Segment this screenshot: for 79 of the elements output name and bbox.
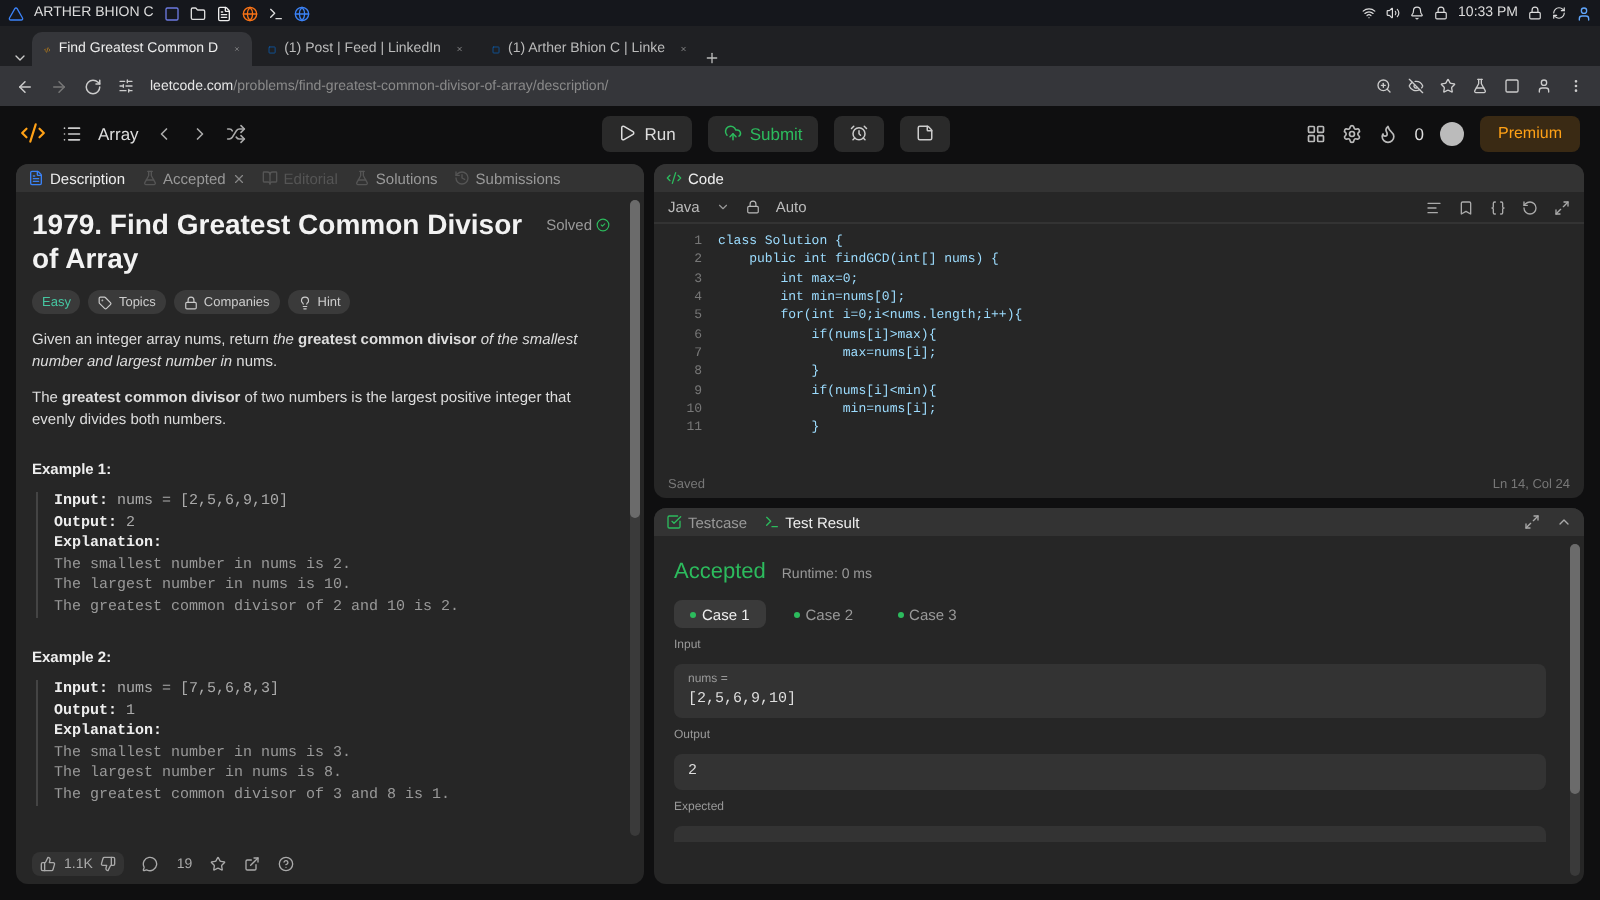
history-icon bbox=[453, 170, 470, 186]
bookmark-icon[interactable] bbox=[1458, 199, 1474, 215]
scrollbar[interactable] bbox=[630, 200, 640, 836]
globe-icon[interactable] bbox=[241, 5, 258, 21]
folder-icon[interactable] bbox=[189, 5, 206, 21]
notes-button[interactable] bbox=[900, 115, 951, 151]
lock-icon bbox=[745, 200, 760, 214]
bell-icon bbox=[1410, 6, 1425, 20]
tag-icon bbox=[98, 295, 113, 309]
streak-count: 0 bbox=[1414, 123, 1424, 143]
chevron-down-icon[interactable] bbox=[12, 50, 28, 66]
comment-icon[interactable] bbox=[142, 856, 159, 872]
browser-icon[interactable] bbox=[293, 5, 310, 21]
thumbs-up-icon bbox=[40, 856, 56, 872]
note-icon bbox=[916, 124, 935, 142]
close-icon bbox=[231, 171, 246, 185]
code-icon bbox=[44, 41, 51, 57]
logo-icon bbox=[8, 5, 24, 21]
breadcrumb[interactable]: Array bbox=[98, 123, 139, 143]
star-icon[interactable] bbox=[210, 856, 227, 872]
forward-icon[interactable] bbox=[50, 77, 68, 95]
terminal-icon[interactable] bbox=[267, 5, 284, 21]
star-icon[interactable] bbox=[1440, 78, 1456, 94]
document-icon bbox=[28, 170, 44, 186]
code-icon bbox=[666, 170, 682, 186]
run-button[interactable]: Run bbox=[602, 115, 692, 151]
verdict: Accepted bbox=[674, 560, 766, 584]
alarm-icon bbox=[850, 124, 869, 142]
braces-icon[interactable] bbox=[1490, 199, 1506, 215]
chevron-down-icon bbox=[715, 200, 730, 214]
wifi-icon bbox=[1362, 6, 1377, 20]
avatar-icon bbox=[1576, 5, 1592, 21]
collapse-icon[interactable] bbox=[1556, 514, 1572, 530]
square-icon bbox=[492, 41, 501, 57]
volume-icon bbox=[1386, 6, 1401, 20]
back-icon[interactable] bbox=[16, 77, 34, 95]
premium-button[interactable]: Premium bbox=[1479, 115, 1580, 151]
play-icon bbox=[618, 124, 637, 142]
settings-icon[interactable] bbox=[1342, 123, 1363, 143]
flame-icon bbox=[1378, 123, 1399, 143]
lock-icon bbox=[183, 295, 198, 309]
flask-icon bbox=[141, 170, 158, 186]
flask-icon[interactable] bbox=[1472, 78, 1488, 94]
terminal-icon bbox=[763, 514, 780, 530]
sidebar-icon[interactable] bbox=[1504, 78, 1520, 94]
check-icon bbox=[596, 218, 610, 232]
logo-icon bbox=[20, 120, 46, 146]
grid-icon[interactable] bbox=[1306, 123, 1327, 143]
expand-icon[interactable] bbox=[1554, 199, 1570, 215]
plus-icon[interactable] bbox=[704, 50, 720, 66]
timer-button[interactable] bbox=[834, 115, 885, 151]
scrollbar[interactable] bbox=[1570, 544, 1580, 876]
avatar[interactable] bbox=[1439, 121, 1464, 145]
share-icon[interactable] bbox=[244, 856, 261, 872]
cloud-upload-icon bbox=[723, 124, 742, 142]
eye-off-icon[interactable] bbox=[1408, 78, 1424, 94]
window-icon[interactable] bbox=[163, 5, 180, 21]
lightbulb-icon bbox=[297, 295, 312, 309]
submit-button[interactable]: Submit bbox=[707, 115, 819, 151]
zoom-icon[interactable] bbox=[1376, 78, 1392, 94]
undo-icon[interactable] bbox=[1522, 199, 1538, 215]
refresh-icon bbox=[1552, 6, 1566, 20]
site-settings-icon[interactable] bbox=[118, 78, 134, 94]
book-icon bbox=[261, 170, 278, 186]
expand-icon[interactable] bbox=[1524, 514, 1540, 530]
profile-icon[interactable] bbox=[1536, 78, 1552, 94]
square-icon bbox=[268, 41, 277, 57]
checkbox-icon bbox=[666, 514, 682, 530]
shuffle-icon[interactable] bbox=[226, 123, 247, 143]
thumbs-down-icon bbox=[100, 856, 117, 872]
format-icon[interactable] bbox=[1426, 199, 1442, 215]
flask-icon bbox=[353, 170, 370, 186]
lock-icon bbox=[1528, 6, 1542, 20]
reload-icon[interactable] bbox=[84, 77, 102, 95]
problem-title: 1979. Find Greatest Common Divisor of Array bbox=[32, 208, 525, 276]
help-icon[interactable] bbox=[278, 856, 295, 872]
lock-icon bbox=[1434, 6, 1449, 20]
document-icon[interactable] bbox=[215, 5, 232, 21]
list-icon[interactable] bbox=[62, 123, 82, 143]
